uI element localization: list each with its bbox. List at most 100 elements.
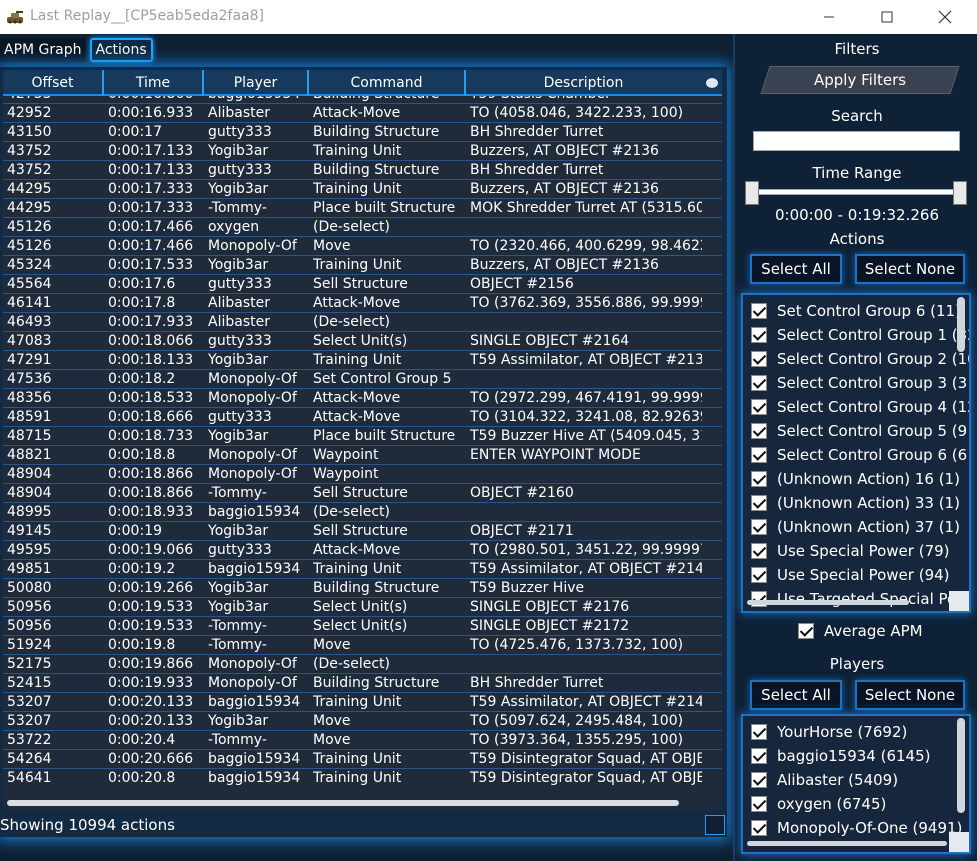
table-row[interactable]: 45324 0:00:17.533 Yogib3ar Training Unit Buz… (3, 256, 722, 275)
table-row[interactable]: 43752 0:00:17.133 gutty333 Building Structu… (3, 161, 722, 180)
table-row[interactable]: 48995 0:00:18.933 baggio15934 (De-select) (3, 503, 722, 522)
player-filter-item[interactable]: oxygen (6745) (751, 792, 886, 816)
action-filter-checkbox[interactable] (751, 375, 767, 391)
table-row[interactable]: 47291 0:00:18.133 Yogib3ar Training Unit T59… (3, 351, 722, 370)
player-filter-item[interactable]: YourHorse (7692) (751, 720, 907, 744)
tab-apm-graph[interactable]: APM Graph (0, 38, 86, 62)
table-row[interactable]: 45564 0:00:17.6 gutty333 Sell Structure OBJE… (3, 275, 722, 294)
table-row[interactable]: 44295 0:00:17.333 -Tommy- Place built Struc… (3, 199, 722, 218)
table-row[interactable]: 46141 0:00:17.8 Alibaster Attack-Move TO (37… (3, 294, 722, 313)
apply-filters-button[interactable]: Apply Filters (760, 66, 960, 94)
action-filter-item[interactable]: Use Special Power (94) (751, 563, 950, 587)
column-header-player[interactable]: Player (204, 70, 309, 96)
player-filter-checkbox[interactable] (751, 796, 767, 812)
minimize-button[interactable] (806, 0, 852, 34)
time-range-slider[interactable] (753, 189, 967, 195)
action-filter-checkbox[interactable] (751, 423, 767, 439)
players-horizontal-scrollbar[interactable] (747, 841, 947, 846)
action-filter-item[interactable]: Select Control Group 2 (10 (751, 347, 969, 371)
table-row[interactable]: 48356 0:00:18.533 Monopoly-Of Attack-Move TO… (3, 389, 722, 408)
action-filter-item[interactable]: (Unknown Action) 33 (1) (751, 491, 960, 515)
table-row[interactable]: 42753 0:00:16.866 baggio15934 Building Stru… (3, 96, 722, 104)
table-row[interactable]: 54641 0:00:20.8 baggio15934 Training Unit T5… (3, 769, 722, 786)
table-row[interactable]: 44295 0:00:17.333 Yogib3ar Training Unit Buz… (3, 180, 722, 199)
table-row[interactable]: 45126 0:00:17.466 Monopoly-Of Move TO (2320.… (3, 237, 722, 256)
close-button[interactable] (922, 0, 968, 34)
time-range-start-handle[interactable] (745, 181, 759, 205)
player-filter-checkbox[interactable] (751, 820, 767, 836)
table-row[interactable]: 50080 0:00:19.266 Yogib3ar Building Structu… (3, 579, 722, 598)
player-filter-checkbox[interactable] (751, 724, 767, 740)
column-header-offset[interactable]: Offset (3, 70, 104, 96)
table-row[interactable]: 43752 0:00:17.133 Yogib3ar Training Unit Buz… (3, 142, 722, 161)
scroll-indicator[interactable] (706, 78, 718, 88)
table-row[interactable]: 54264 0:00:20.666 baggio15934 Training Unit… (3, 750, 722, 769)
average-apm-checkbox[interactable]: Average APM (798, 621, 923, 641)
table-row[interactable]: 53207 0:00:20.133 baggio15934 Training Unit… (3, 693, 722, 712)
table-row[interactable]: 45126 0:00:17.466 oxygen (De-select) (3, 218, 722, 237)
average-apm-check[interactable] (798, 623, 814, 639)
players-select-all-button[interactable]: Select All (750, 680, 842, 710)
action-filter-item[interactable]: Select Control Group 5 (9 (751, 419, 967, 443)
action-filter-item[interactable]: (Unknown Action) 16 (1) (751, 467, 960, 491)
table-row[interactable]: 51924 0:00:19.8 -Tommy- Move TO (4725.476, 1… (3, 636, 722, 655)
actions-vertical-scrollbar[interactable] (957, 297, 965, 352)
table-row[interactable]: 48904 0:00:18.866 -Tommy- Sell Structure OBJ… (3, 484, 722, 503)
actions-select-all-button[interactable]: Select All (750, 254, 842, 284)
action-filter-checkbox[interactable] (751, 327, 767, 343)
player-filter-item[interactable]: baggio15934 (6145) (751, 744, 930, 768)
table-row[interactable]: 52175 0:00:19.866 Monopoly-Of (De-select) (3, 655, 722, 674)
table-row[interactable]: 52415 0:00:19.933 Monopoly-Of Building Stru… (3, 674, 722, 693)
action-filter-item[interactable]: Set Control Group 6 (11) (751, 299, 961, 323)
grid-horizontal-scrollbar[interactable] (7, 800, 679, 806)
action-filter-item[interactable]: Select Control Group 6 (6 (751, 443, 967, 467)
table-row[interactable]: 47083 0:00:18.066 gutty333 Select Unit(s) SI… (3, 332, 722, 351)
action-filter-checkbox[interactable] (751, 471, 767, 487)
action-filter-checkbox[interactable] (751, 567, 767, 583)
action-filter-checkbox[interactable] (751, 543, 767, 559)
table-row[interactable]: 49145 0:00:19 Yogib3ar Sell Structure OBJECT… (3, 522, 722, 541)
action-filter-checkbox[interactable] (751, 447, 767, 463)
table-row[interactable]: 48821 0:00:18.8 Monopoly-Of Waypoint ENTER W… (3, 446, 722, 465)
table-row[interactable]: 43150 0:00:17 gutty333 Building Structure BH… (3, 123, 722, 142)
player-filter-item[interactable]: Monopoly-Of-One (9491) (751, 816, 962, 840)
table-row[interactable]: 49595 0:00:19.066 gutty333 Attack-Move TO (2… (3, 541, 722, 560)
table-row[interactable]: 46493 0:00:17.933 Alibaster (De-select) (3, 313, 722, 332)
action-filter-item[interactable]: Select Control Group 4 (12 (751, 395, 969, 419)
player-filter-item[interactable]: Alibaster (5409) (751, 768, 898, 792)
table-row[interactable]: 47536 0:00:18.2 Monopoly-Of Set Control Gro… (3, 370, 722, 389)
actions-horizontal-scrollbar[interactable] (747, 600, 909, 605)
maximize-button[interactable] (864, 0, 910, 34)
table-row[interactable]: 42952 0:00:16.933 Alibaster Attack-Move TO (… (3, 104, 722, 123)
players-vertical-scrollbar[interactable] (957, 718, 965, 813)
table-row[interactable]: 48904 0:00:18.866 Monopoly-Of Waypoint (3, 465, 722, 484)
action-filter-checkbox[interactable] (751, 495, 767, 511)
time-range-end-handle[interactable] (953, 181, 967, 205)
player-filter-checkbox[interactable] (751, 772, 767, 788)
cell-time: 0:00:17.333 (108, 200, 194, 216)
action-filter-checkbox[interactable] (751, 351, 767, 367)
action-filter-item[interactable]: Use Special Power (79) (751, 539, 950, 563)
action-filter-item[interactable]: (Unknown Action) 37 (1) (751, 515, 960, 539)
players-select-none-button[interactable]: Select None (855, 680, 965, 710)
table-row[interactable]: 53722 0:00:20.4 -Tommy- Move TO (3973.364, 1… (3, 731, 722, 750)
table-row[interactable]: 48715 0:00:18.733 Yogib3ar Place built Stru… (3, 427, 722, 446)
tab-actions[interactable]: Actions (89, 38, 153, 62)
table-row[interactable]: 48591 0:00:18.666 gutty333 Attack-Move TO (3… (3, 408, 722, 427)
table-row[interactable]: 50956 0:00:19.533 -Tommy- Select Unit(s) SIN… (3, 617, 722, 636)
column-header-command[interactable]: Command (309, 70, 466, 96)
table-row[interactable]: 49851 0:00:19.2 baggio15934 Training Unit T5… (3, 560, 722, 579)
action-filter-item[interactable]: Use Targeted Special Pow (751, 587, 968, 611)
action-filter-checkbox[interactable] (751, 303, 767, 319)
table-row[interactable]: 53207 0:00:20.133 Yogib3ar Move TO (5097.624… (3, 712, 722, 731)
actions-select-none-button[interactable]: Select None (855, 254, 965, 284)
action-filter-checkbox[interactable] (751, 519, 767, 535)
column-header-time[interactable]: Time (104, 70, 204, 96)
player-filter-checkbox[interactable] (751, 748, 767, 764)
action-filter-item[interactable]: Select Control Group 1 (32 (751, 323, 969, 347)
action-filter-item[interactable]: Select Control Group 3 (3 (751, 371, 967, 395)
table-row[interactable]: 50956 0:00:19.533 Yogib3ar Select Unit(s) SI… (3, 598, 722, 617)
action-filter-checkbox[interactable] (751, 399, 767, 415)
search-input[interactable] (753, 131, 960, 151)
column-header-description[interactable]: Description (466, 70, 701, 96)
